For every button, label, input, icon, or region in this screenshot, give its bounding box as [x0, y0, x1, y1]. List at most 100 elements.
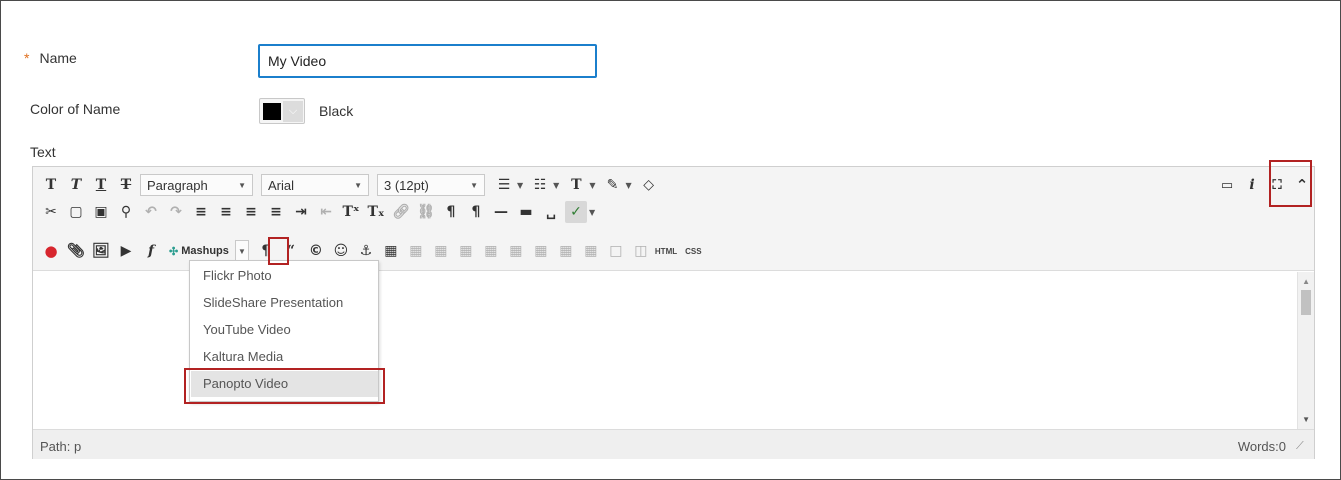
content-form: * Name Color of Name ⌵ Black Text T T T T… — [0, 0, 1341, 480]
numbered-list-icon[interactable]: ☷ — [529, 174, 551, 196]
subscript-icon[interactable]: Tₓ — [365, 201, 387, 223]
outdent-icon[interactable]: ⇤ — [315, 201, 337, 223]
table-cell-props-icon[interactable]: ▦ — [430, 240, 452, 262]
font-family-select[interactable]: Arial ▼ — [261, 174, 369, 196]
bullet-list-icon[interactable]: ☰ — [493, 174, 515, 196]
math-icon[interactable]: f — [140, 240, 162, 262]
font-size-value: 3 (12pt) — [384, 177, 429, 193]
align-right-icon[interactable]: ≡ — [240, 201, 262, 223]
find-icon[interactable]: ⚲ — [115, 201, 137, 223]
youtube-icon[interactable]: ● — [40, 240, 62, 262]
table-delete-row-icon[interactable]: ▦ — [480, 240, 502, 262]
highlight-pen-icon[interactable]: ✎ — [601, 174, 623, 196]
paragraph-format-select[interactable]: Paragraph ▼ — [140, 174, 253, 196]
table-col-icon[interactable]: ◫ — [630, 240, 652, 262]
ltr-icon[interactable]: ¶ — [440, 201, 462, 223]
html-button[interactable]: HTML — [655, 247, 677, 256]
caret-down-icon[interactable]: ▼ — [625, 181, 631, 190]
link-icon[interactable]: 🔗︎ — [390, 201, 412, 223]
redo-icon[interactable]: ↷ — [165, 201, 187, 223]
table-row-props-icon[interactable]: ▦ — [405, 240, 427, 262]
media-icon[interactable]: ▶ — [115, 240, 137, 262]
menu-item-slideshare-presentation[interactable]: SlideShare Presentation — [191, 290, 378, 316]
indent-icon[interactable]: ⇥ — [290, 201, 312, 223]
info-icon[interactable]: i — [1241, 174, 1263, 196]
superscript-icon[interactable]: Tˣ — [340, 201, 362, 223]
paste-icon[interactable]: ▣ — [90, 201, 112, 223]
rtl-icon[interactable]: ¶ — [465, 201, 487, 223]
table-insert-col-icon[interactable]: ▦ — [505, 240, 527, 262]
cut-icon[interactable]: ✂ — [40, 201, 62, 223]
undo-icon[interactable]: ↶ — [140, 201, 162, 223]
strikethrough-button[interactable]: T — [115, 174, 137, 196]
caret-down-icon: ▼ — [470, 180, 478, 190]
word-count: Words:0 — [1237, 439, 1286, 454]
copyright-icon[interactable]: © — [305, 240, 327, 262]
highlight-panopto-video — [184, 368, 385, 404]
caret-down-icon[interactable]: ▼ — [553, 181, 559, 190]
horizontal-rule-icon[interactable]: — — [490, 201, 512, 223]
eraser-icon[interactable]: ◇ — [638, 174, 660, 196]
name-input[interactable] — [258, 44, 597, 78]
mashups-button[interactable]: ✣ Mashups — [165, 240, 233, 262]
mashups-icon: ✣ — [169, 245, 179, 258]
align-left-icon[interactable]: ≡ — [190, 201, 212, 223]
paragraph-format-value: Paragraph — [147, 177, 208, 193]
mashups-label: Mashups — [181, 245, 229, 257]
copy-icon[interactable]: ▢ — [65, 201, 87, 223]
css-button[interactable]: CSS — [685, 247, 701, 256]
menu-item-flickr-photo[interactable]: Flickr Photo — [191, 263, 378, 289]
scroll-down-arrow-icon[interactable]: ▼ — [1302, 415, 1310, 424]
table-split-icon[interactable]: ▦ — [555, 240, 577, 262]
required-mark: * — [24, 50, 30, 66]
anchor-icon[interactable]: ⚓ — [355, 240, 377, 262]
text-color-icon[interactable]: T — [565, 174, 587, 196]
menu-item-youtube-video[interactable]: YouTube Video — [191, 317, 378, 343]
table-merge-icon[interactable]: ▦ — [580, 240, 602, 262]
name-label: * Name — [24, 50, 77, 66]
thick-rule-icon[interactable]: ▬ — [515, 201, 537, 223]
align-justify-icon[interactable]: ≡ — [265, 201, 287, 223]
caret-down-icon[interactable]: ▼ — [589, 208, 595, 217]
color-swatch — [263, 103, 281, 120]
toolbar-row-2: ✂ ▢ ▣ ⚲ ↶ ↷ ≡ ≡ ≡ ≡ ⇥ ⇤ Tˣ Tₓ 🔗︎ ⛓ ¶ ¶ —… — [40, 199, 601, 225]
highlight-collapse-toolbar — [1269, 160, 1312, 207]
caret-down-icon[interactable]: ▼ — [589, 181, 595, 190]
color-of-name-label: Color of Name — [30, 101, 121, 117]
emoticon-icon[interactable]: ☺ — [330, 240, 352, 262]
table-border-icon[interactable]: □ — [605, 240, 627, 262]
menu-item-kaltura-media[interactable]: Kaltura Media — [191, 344, 378, 370]
font-size-select[interactable]: 3 (12pt) ▼ — [377, 174, 485, 196]
resize-grip-icon[interactable]: ⟋ — [1296, 440, 1308, 452]
highlight-mashups-dropdown — [268, 237, 289, 265]
italic-button[interactable]: T — [65, 174, 87, 196]
attach-icon[interactable]: 📎︎ — [65, 240, 87, 262]
table-insert-row-icon[interactable]: ▦ — [455, 240, 477, 262]
chevron-down-icon: ⌵ — [283, 101, 303, 122]
scroll-thumb[interactable] — [1301, 290, 1311, 315]
preview-icon[interactable]: ▭ — [1216, 174, 1238, 196]
toolbar-row-1: T T T T Paragraph ▼ Arial ▼ 3 (12pt) ▼ ☰ ▼ ☷… — [40, 172, 663, 198]
editor-statusbar: Path: p Words:0 ⟋ — [33, 429, 1314, 459]
name-label-text: Name — [39, 50, 77, 66]
table-icon[interactable]: ▦ — [380, 240, 402, 262]
path-indicator: Path: p — [40, 439, 82, 454]
unlink-icon[interactable]: ⛓ — [415, 201, 437, 223]
bold-button[interactable]: T — [40, 174, 62, 196]
underline-button[interactable]: T — [90, 174, 112, 196]
color-name: Black — [319, 103, 354, 119]
scroll-up-arrow-icon[interactable]: ▲ — [1302, 277, 1310, 286]
mashups-dropdown-toggle[interactable]: ▼ — [234, 240, 249, 262]
caret-down-icon: ▼ — [238, 180, 246, 190]
image-icon[interactable]: 🖼︎ — [90, 240, 112, 262]
editor-toolbar: T T T T Paragraph ▼ Arial ▼ 3 (12pt) ▼ ☰ ▼ ☷… — [33, 167, 1314, 271]
nonbreaking-space-icon[interactable]: ␣ — [540, 201, 562, 223]
spellcheck-icon[interactable]: ✓ — [565, 201, 587, 223]
font-family-value: Arial — [268, 177, 295, 193]
table-delete-col-icon[interactable]: ▦ — [530, 240, 552, 262]
text-label: Text — [30, 144, 56, 160]
color-picker[interactable]: ⌵ — [259, 98, 305, 124]
caret-down-icon[interactable]: ▼ — [517, 181, 523, 190]
align-center-icon[interactable]: ≡ — [215, 201, 237, 223]
caret-down-icon: ▼ — [354, 180, 362, 190]
